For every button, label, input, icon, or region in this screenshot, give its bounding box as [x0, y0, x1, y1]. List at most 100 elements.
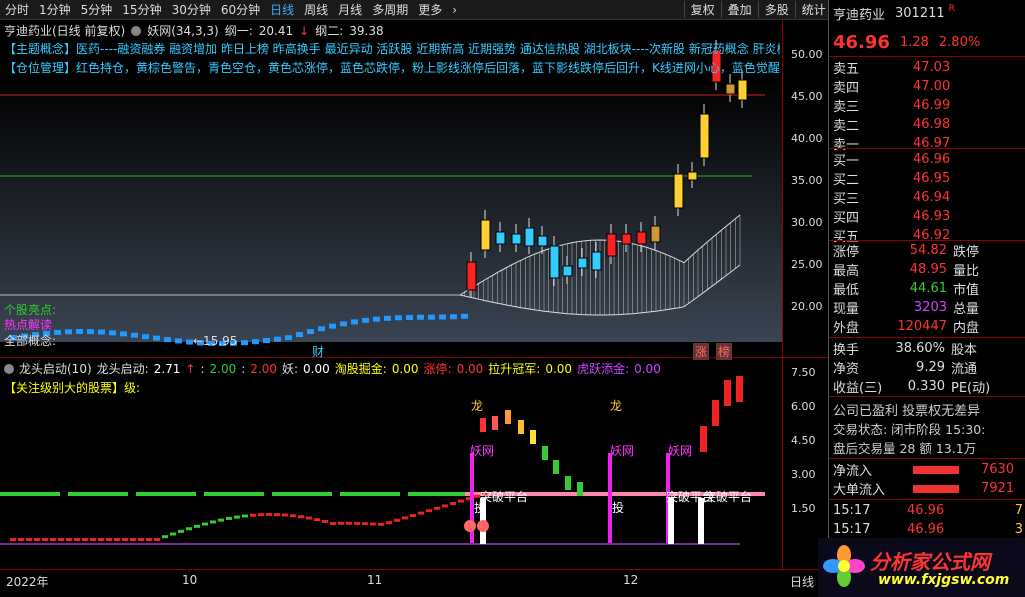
more-chevron-icon[interactable]: › [447, 3, 462, 17]
x-label-dec: 12 [623, 573, 639, 587]
toolbar-action-3[interactable]: 统计 [794, 1, 832, 18]
sub-val-6: 0.00 [545, 361, 573, 376]
kline-candle [406, 314, 413, 320]
signal-dot [370, 522, 376, 526]
signal-dot [146, 538, 152, 541]
kline-candle [466, 261, 477, 291]
stat2-label: 收益(三) [833, 381, 883, 396]
sub-indicator-icon[interactable] [4, 363, 14, 374]
sub-indicator-name[interactable]: 龙头启动(10) [19, 360, 92, 377]
signal-dot [314, 518, 320, 522]
stat-right-label: 量比 [953, 264, 980, 279]
signal-dot [322, 519, 328, 523]
kline-candle [524, 227, 535, 247]
period-tab-5[interactable]: 60分钟 [216, 1, 265, 18]
kline-candle [142, 334, 149, 340]
flow-value: 7630 [981, 462, 1015, 477]
tick-time: 15:17 [833, 522, 871, 537]
toolbar-action-0[interactable]: 复权 [683, 1, 721, 18]
period-tab-3[interactable]: 15分钟 [117, 1, 166, 18]
period-tab-0[interactable]: 分时 [0, 1, 34, 18]
stat-right-label: 市值 [953, 283, 980, 298]
kline-candle [340, 321, 347, 327]
period-tab-9[interactable]: 多周期 [367, 1, 413, 18]
stat-right-label: 总量 [953, 302, 980, 317]
toolbar-action-1[interactable]: 叠加 [720, 1, 758, 18]
sub-val-label-6: 拉升冠军: [488, 362, 541, 376]
period-tab-8[interactable]: 月线 [333, 1, 367, 18]
white-bar [698, 498, 704, 544]
sub-val-label-7: 虎跃添金: [577, 362, 630, 376]
period-tab-4[interactable]: 30分钟 [167, 1, 216, 18]
signal-bar [736, 376, 743, 402]
toolbar-action-2[interactable]: 多股 [757, 1, 795, 18]
price-change-pct: 2.80% [938, 34, 981, 50]
focus-line: 【关注级别大的股票】级: [4, 381, 141, 395]
chart-title: 亨迪药业(日线 前复权) [4, 24, 126, 38]
concept-line: 【主题概念】医药----融资融券 融资增加 昨日上榜 昨高换手 最近异动 活跃股… [4, 42, 780, 56]
signal-dot [442, 504, 448, 508]
side-label-hot: 热点解读 [4, 318, 53, 332]
signal-bar [530, 430, 536, 444]
kline-candle [621, 233, 632, 245]
kline-candle [549, 245, 560, 279]
ind2-label: 纲二: [315, 24, 344, 38]
kline-candle [131, 332, 138, 338]
sub-val-arrow: ↑ [185, 361, 196, 376]
indicator-name[interactable]: 妖网(34,3,3) [147, 22, 219, 39]
position-line: 【仓位管理】红色持仓，黄棕色警告，青色空仓，黄色芯涨停，蓝色芯跌停，粉上影线涨停… [4, 61, 780, 75]
stat-label: 现量 [833, 302, 860, 317]
stat2-right-label: PE(动) [951, 381, 991, 396]
period-tab-6[interactable]: 日线 [265, 1, 299, 18]
period-tab-1[interactable]: 1分钟 [34, 1, 76, 18]
period-indicator[interactable]: 日线 [790, 573, 814, 590]
stat2-right-label: 流通 [951, 362, 978, 377]
signal-dot [170, 532, 176, 536]
period-tab-2[interactable]: 5分钟 [76, 1, 118, 18]
stat-label: 外盘 [833, 321, 860, 336]
signal-dot [362, 522, 368, 526]
y-tick: 7.50 [791, 366, 816, 379]
stat2-value: 38.60% [895, 341, 945, 356]
signal-dot [426, 509, 432, 513]
sub-val-5: 0.00 [456, 361, 484, 376]
chart-background [0, 80, 782, 342]
y-tick: 50.00 [791, 48, 823, 61]
stat-label: 最高 [833, 264, 860, 279]
main-chart[interactable]: 亨迪药业(日线 前复权) 妖网(34,3,3) 纲一: 20.41 ↓ 纲二: … [0, 20, 828, 360]
sub-annotation: 妖网 [610, 444, 634, 458]
signal-dot [186, 527, 192, 531]
signal-dot [402, 516, 408, 520]
sub-val-label-0: 龙头启动: [96, 362, 149, 376]
kline-candle [296, 332, 303, 338]
main-y-axis: 50.00 45.00 40.00 35.00 30.00 25.00 20.00 [782, 20, 828, 358]
period-tab-10[interactable]: 更多 [413, 1, 447, 18]
stock-code: 301211 [895, 6, 945, 21]
bid-label: 买二 [833, 173, 860, 188]
period-tab-7[interactable]: 周线 [299, 1, 333, 18]
kline-candle [274, 336, 281, 342]
signal-dot [10, 538, 16, 541]
signal-dot [266, 513, 272, 517]
kline-candle [307, 329, 314, 335]
flow-label: 净流入 [833, 464, 873, 479]
signal-bar [577, 482, 583, 496]
signal-dot [450, 502, 456, 505]
stat2-label: 净资 [833, 362, 860, 377]
stock-name: 亨迪药业 [833, 8, 886, 23]
bid-price: 46.94 [913, 190, 951, 205]
sub-chart[interactable]: 龙龙妖网 妖网 妖网 突破平台 突破平台 突破平台投投 龙头启动(10) 龙头启动: 2.7… [0, 358, 828, 570]
stat-right-label: 跌停 [953, 245, 980, 260]
quote-panel: 亨迪药业 301211 R 46.96 1.28 2.80% 卖五 47.03 卖四… [828, 0, 1025, 597]
info-line-2: 交易状态: 闭市阶段 15:30: [833, 422, 986, 437]
signal-bar [505, 410, 511, 424]
y-tick: 1.50 [791, 502, 816, 515]
kline-candle [606, 233, 617, 257]
sub-val-label-1: : [200, 361, 205, 376]
kline-candle [511, 233, 522, 245]
signal-dot [386, 521, 392, 525]
ask-price: 47.03 [913, 60, 951, 75]
indicator-toggle-icon[interactable] [131, 25, 142, 36]
watermark-cn: 分析家公式网 [870, 550, 990, 574]
flower-logo-icon [823, 545, 865, 587]
